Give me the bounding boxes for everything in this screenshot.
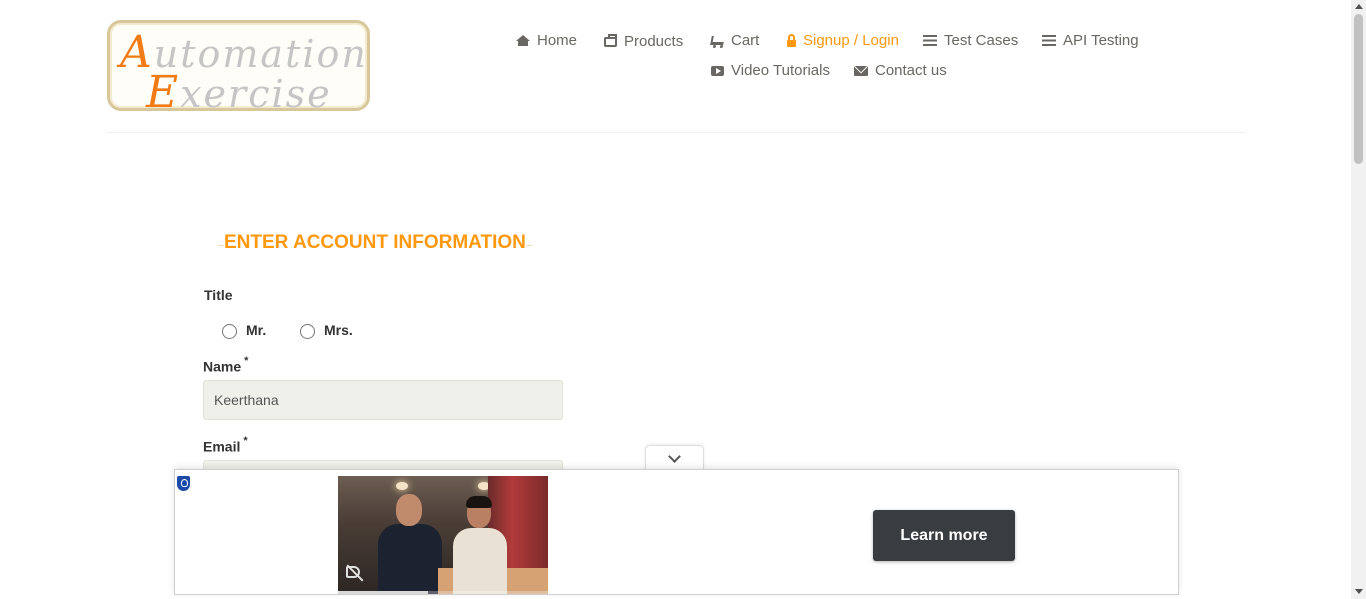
required-mark: * bbox=[244, 355, 249, 367]
cart-icon bbox=[710, 36, 725, 45]
header-divider bbox=[107, 132, 1245, 133]
bottom-ad-banner: Learn more bbox=[174, 469, 1179, 595]
title-label: Title bbox=[204, 287, 233, 303]
nav-products-label: Products bbox=[624, 33, 684, 50]
video-person-2 bbox=[453, 496, 513, 594]
nav-contact-us[interactable]: Contact us bbox=[854, 62, 947, 79]
nav-products[interactable]: Products bbox=[604, 33, 683, 50]
title-option-mr-label: Mr. bbox=[246, 321, 267, 338]
chevron-down-icon bbox=[668, 449, 681, 463]
nav-home-label: Home bbox=[537, 32, 578, 49]
section-title: ENTER ACCOUNT INFORMATION bbox=[218, 232, 532, 254]
nav-api-testing-label: API Testing bbox=[1063, 32, 1139, 49]
radio-circle[interactable] bbox=[300, 324, 315, 339]
nav-cart[interactable]: Cart bbox=[710, 32, 760, 49]
video-progress bbox=[338, 591, 548, 594]
nav-signup-login[interactable]: Signup / Login bbox=[787, 32, 899, 49]
nav-api-testing[interactable]: API Testing bbox=[1042, 32, 1139, 49]
video-lamp bbox=[396, 482, 408, 490]
logo-line-2: Exercise bbox=[146, 67, 332, 118]
nav-test-cases-label: Test Cases bbox=[944, 32, 1019, 49]
nav-home[interactable]: Home bbox=[516, 32, 577, 49]
home-icon bbox=[516, 34, 530, 46]
list-icon bbox=[1042, 35, 1056, 46]
email-label: Email * bbox=[203, 435, 248, 455]
video-person-1 bbox=[378, 494, 442, 594]
title-radio-mr[interactable]: Mr. bbox=[222, 320, 266, 339]
briefcase-icon bbox=[604, 33, 617, 47]
list-icon bbox=[923, 35, 937, 46]
page: Automation Exercise Home Products Cart S… bbox=[0, 0, 1366, 599]
ad-video[interactable] bbox=[338, 476, 548, 594]
ad-shield-icon[interactable] bbox=[177, 476, 190, 491]
nav-cart-label: Cart bbox=[731, 32, 760, 49]
name-label: Name * bbox=[203, 355, 249, 375]
name-input[interactable] bbox=[203, 380, 563, 420]
title-radio-mrs[interactable]: Mrs. bbox=[300, 320, 353, 339]
youtube-play-icon bbox=[711, 65, 724, 76]
learn-more-button[interactable]: Learn more bbox=[873, 510, 1015, 561]
nav-contact-us-label: Contact us bbox=[875, 62, 947, 79]
envelope-icon bbox=[854, 65, 868, 76]
nav-video-tutorials[interactable]: Video Tutorials bbox=[711, 62, 830, 79]
required-mark: * bbox=[243, 435, 248, 447]
site-logo[interactable]: Automation Exercise bbox=[107, 20, 370, 118]
title-option-mrs-label: Mrs. bbox=[324, 321, 353, 338]
lock-icon bbox=[787, 34, 796, 47]
scroll-up-icon[interactable] bbox=[1355, 4, 1363, 9]
ad-collapse-toggle[interactable] bbox=[645, 445, 704, 471]
nav-signup-login-label: Signup / Login bbox=[803, 32, 899, 49]
vertical-scrollbar[interactable] bbox=[1351, 0, 1366, 599]
video-progress-fill bbox=[338, 591, 429, 594]
mute-icon[interactable] bbox=[346, 566, 360, 578]
nav-video-tutorials-label: Video Tutorials bbox=[731, 62, 830, 79]
scroll-down-icon[interactable] bbox=[1355, 589, 1363, 594]
scroll-thumb[interactable] bbox=[1354, 14, 1363, 164]
radio-circle[interactable] bbox=[222, 324, 237, 339]
nav-test-cases[interactable]: Test Cases bbox=[923, 32, 1018, 49]
